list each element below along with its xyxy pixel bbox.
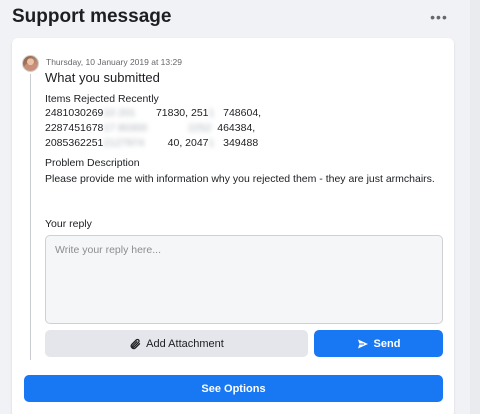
add-attachment-label: Add Attachment xyxy=(146,337,224,350)
thread-line xyxy=(30,74,31,360)
redacted-text: 1 xyxy=(208,137,215,149)
redacted-text: 17 80300 xyxy=(103,122,148,134)
items-row: 2085362251 2127974 40, 2047 1 349488 xyxy=(45,137,258,149)
items-row: 2481030269 10 201 71830, 251 1 748604, xyxy=(45,107,261,119)
item-id: 349488 xyxy=(223,137,259,149)
item-id: 2287451678 xyxy=(45,122,104,134)
redacted-text: 2127974 xyxy=(103,137,145,149)
problem-text: Please provide me with information why y… xyxy=(45,173,435,185)
reply-label: Your reply xyxy=(45,218,92,230)
message-title: What you submitted xyxy=(45,70,160,85)
item-id: 71830, 251 xyxy=(155,107,209,119)
send-button[interactable]: Send xyxy=(314,330,443,357)
problem-label: Problem Description xyxy=(45,157,140,169)
send-label: Send xyxy=(373,337,401,350)
item-id: 40, 2047 xyxy=(167,137,209,149)
add-attachment-button[interactable]: Add Attachment xyxy=(45,330,308,357)
message-timestamp: Thursday, 10 January 2019 at 13:29 xyxy=(46,57,182,67)
redacted-text: 10 201 xyxy=(103,107,136,119)
item-id: 2085362251 xyxy=(45,137,104,149)
more-options-icon[interactable]: ••• xyxy=(428,10,450,26)
page-header: Support message ••• xyxy=(0,0,480,36)
redacted-text: 1 xyxy=(208,107,215,119)
page-title: Support message xyxy=(12,6,172,27)
reply-input[interactable] xyxy=(45,235,443,324)
see-options-button[interactable]: See Options xyxy=(24,375,443,402)
item-id: 748604, xyxy=(223,107,262,119)
paperclip-icon xyxy=(129,338,141,350)
items-label: Items Rejected Recently xyxy=(45,93,159,105)
redacted-text: 2252 xyxy=(188,122,212,134)
item-id: 2481030269 xyxy=(45,107,104,119)
avatar xyxy=(22,55,39,72)
send-icon xyxy=(357,338,369,350)
items-row: 2287451678 17 80300 2252 464384, xyxy=(45,122,255,134)
item-id: 464384, xyxy=(217,122,256,134)
scrollbar-track[interactable] xyxy=(470,0,480,414)
